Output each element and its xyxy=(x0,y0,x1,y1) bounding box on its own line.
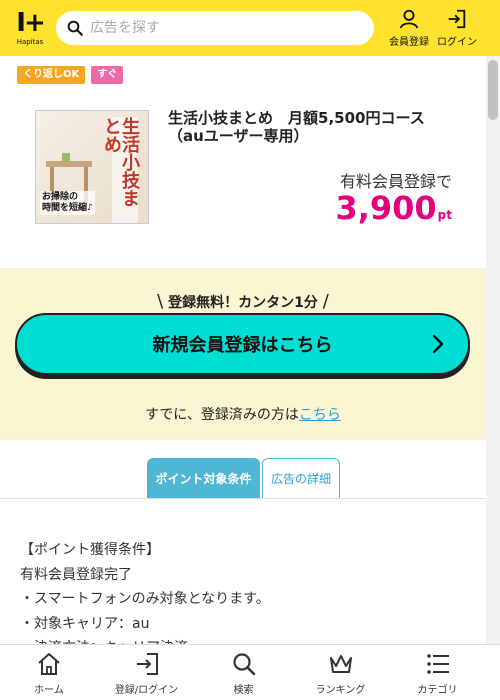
nav-login[interactable]: 登録/ログイン xyxy=(98,645,195,700)
points-value: 3,900 xyxy=(335,189,437,227)
catch-slash-left: \ xyxy=(157,291,164,312)
product-title: 生活小技まとめ 月額5,500円コース（auユーザー専用） xyxy=(168,109,425,145)
already-text: すでに、登録済みの方は xyxy=(145,407,299,423)
nav-search-label: 検索 xyxy=(233,684,254,696)
tag-repeat-ok: くり返しOK xyxy=(17,66,86,84)
catch-text: 登録無料！カンタン1分 xyxy=(168,295,318,311)
search-bar[interactable] xyxy=(56,11,374,45)
nav-category-label: カテゴリ xyxy=(417,684,458,696)
nav-home[interactable]: ホーム xyxy=(0,645,98,700)
page-scrollbar[interactable] xyxy=(486,56,500,644)
already-registered: すでに、登録済みの方はこちら xyxy=(0,404,486,424)
reward-points: 3,900 pt xyxy=(335,188,452,228)
tag-instant: すぐ xyxy=(91,66,124,84)
nav-search[interactable]: 検索 xyxy=(195,645,292,700)
tab-ad-details[interactable]: 広告の詳細 xyxy=(262,458,340,498)
login-icon xyxy=(136,652,158,675)
search-input[interactable] xyxy=(90,20,350,36)
bottom-nav: ホーム 登録/ログイン 検索 ランキング カテゴリ xyxy=(0,644,500,700)
image-title: 生活小技まとめ xyxy=(101,117,140,223)
registration-catch: \ 登録無料！カンタン1分 / xyxy=(0,291,486,312)
detail-tabs: ポイント対象条件 広告の詳細 xyxy=(147,458,340,498)
hapitas-logo[interactable]: I+ Hapitas xyxy=(8,6,52,50)
scrollbar-thumb[interactable] xyxy=(488,60,498,120)
home-icon xyxy=(38,652,60,675)
login-label: ログイン xyxy=(437,37,477,48)
nav-ranking[interactable]: ランキング xyxy=(292,645,389,700)
nav-ranking-label: ランキング xyxy=(315,684,366,696)
logo-word: Hapitas xyxy=(16,38,44,46)
search-icon xyxy=(232,652,255,675)
register-label: 会員登録 xyxy=(389,37,429,48)
image-subtitle: お掃除の 時間を短縮♪ xyxy=(40,191,95,215)
condition-heading: 【ポイント獲得条件】 xyxy=(20,542,160,558)
point-conditions: 【ポイント獲得条件】 有料会員登録完了 ・スマートフォンのみ対象となります。 ・… xyxy=(20,538,470,661)
user-icon xyxy=(399,9,419,29)
condition-line: ・対象キャリア：au xyxy=(20,615,150,632)
tab-point-conditions[interactable]: ポイント対象条件 xyxy=(147,458,260,498)
registration-panel: \ 登録無料！カンタン1分 / 新規会員登録はこちら すでに、登録済みの方はこち… xyxy=(0,268,486,440)
login-button[interactable]: ログイン xyxy=(434,8,480,48)
signup-cta-button[interactable]: 新規会員登録はこちら xyxy=(15,313,470,375)
condition-line: 有料会員登録完了 xyxy=(20,566,132,583)
logo-mark: I+ xyxy=(16,8,46,38)
catch-slash-right: / xyxy=(322,291,329,312)
points-unit: pt xyxy=(437,208,452,222)
already-login-link[interactable]: こちら xyxy=(299,407,341,423)
signup-cta-label: 新規会員登録はこちら xyxy=(152,335,333,356)
tab-divider xyxy=(0,498,486,499)
list-icon xyxy=(426,653,449,674)
nav-home-label: ホーム xyxy=(34,684,64,696)
app-header: I+ Hapitas 会員登録 ログイン xyxy=(0,0,500,56)
nav-login-label: 登録/ログイン xyxy=(114,684,179,696)
chevron-right-icon xyxy=(432,334,444,354)
offer-tags: くり返しOK すぐ xyxy=(17,66,124,84)
crown-icon xyxy=(329,654,352,673)
login-icon xyxy=(448,9,466,29)
condition-line: ・スマートフォンのみ対象となります。 xyxy=(20,591,270,607)
product-image: 生活小技まとめ お掃除の 時間を短縮♪ xyxy=(35,110,149,224)
search-icon xyxy=(67,20,83,36)
nav-category[interactable]: カテゴリ xyxy=(389,645,486,700)
register-button[interactable]: 会員登録 xyxy=(386,8,432,48)
